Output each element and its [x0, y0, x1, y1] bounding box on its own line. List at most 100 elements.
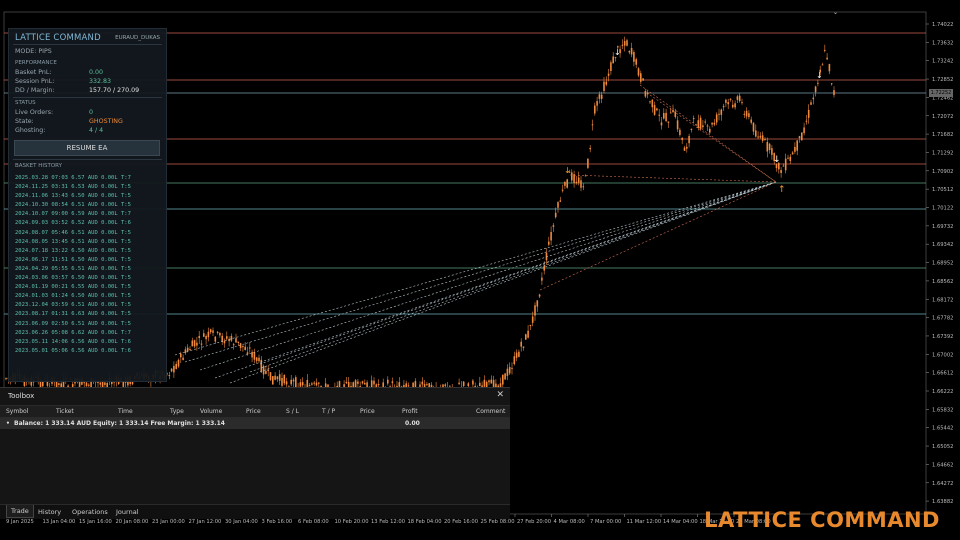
column-header[interactable]: S / L [286, 408, 299, 415]
candle-body [216, 331, 219, 333]
candle-body [249, 347, 251, 349]
candle-body [168, 375, 171, 377]
price-tick-label: 1.63882 [932, 499, 953, 505]
candle-body [805, 120, 808, 122]
history-entry: 2024.06.17 11:51 6.50 AUD 0.00L T:5 [15, 256, 131, 263]
time-tick-label: 27 Feb 20:00 [517, 519, 551, 525]
candle-body [582, 186, 585, 188]
candle-body [821, 64, 824, 66]
price-tick-label: 1.68172 [932, 297, 953, 303]
column-header[interactable]: Price [360, 408, 375, 415]
history-entry: 2024.10.07 09:00 6.59 AUD 0.00L T:7 [15, 211, 131, 218]
time-tick-label: 13 Feb 12:00 [371, 519, 405, 525]
candle-body [729, 98, 732, 100]
candle-body [357, 381, 359, 384]
candle-body [598, 94, 601, 99]
history-entry: 2024.11.25 03:31 6.53 AUD 0.00L T:5 [15, 184, 131, 191]
candle-body [801, 132, 803, 141]
candle-body [265, 371, 267, 374]
time-tick-label: 9 Jan 2025 [6, 519, 34, 525]
ghost-trade-line [229, 181, 777, 384]
price-tick-label: 1.67002 [932, 352, 953, 358]
candle-body [299, 382, 302, 387]
tab-operations[interactable]: Operations [72, 508, 108, 516]
candle-body [706, 125, 709, 127]
candle-body [812, 97, 815, 100]
candle-body [803, 127, 805, 134]
close-icon[interactable]: ✕ [496, 390, 504, 400]
column-header[interactable]: Time [118, 408, 133, 415]
candle-body [104, 382, 106, 385]
history-entry: 2024.11.06 13:43 6.50 AUD 0.00L T:5 [15, 193, 131, 200]
price-tick-label: 1.73242 [932, 59, 953, 65]
candle-body [244, 346, 246, 351]
price-tick-label: 1.68562 [932, 279, 953, 285]
candle-body [824, 49, 826, 51]
candle-body [554, 212, 557, 218]
candle-body [651, 99, 654, 108]
column-header[interactable]: Ticket [56, 408, 74, 415]
candle-body [649, 101, 651, 103]
candle-body [180, 353, 182, 358]
panel-title: LATTICE COMMAND [15, 33, 101, 43]
candle-body [502, 374, 504, 385]
candle-body [246, 352, 249, 355]
candle-body [5, 378, 7, 380]
candle-body [704, 121, 706, 123]
price-tick-label: 1.66222 [932, 389, 953, 395]
column-header[interactable]: Profit [402, 408, 418, 415]
candle-body [170, 368, 173, 372]
candle-body [191, 340, 194, 347]
history-entry: 2024.08.07 05:46 6.51 AUD 0.00L T:5 [15, 229, 131, 236]
candle-body [88, 384, 90, 386]
candle-body [623, 41, 626, 46]
candle-body [605, 81, 608, 85]
price-tick-label: 1.67782 [932, 316, 953, 322]
candle-body [738, 95, 741, 102]
candle-body [345, 381, 348, 384]
candle-body [571, 172, 573, 181]
candle-body [292, 379, 295, 382]
candle-body [267, 369, 269, 372]
column-header[interactable]: Type [170, 408, 184, 415]
candle-body [784, 158, 787, 171]
column-header[interactable]: Volume [200, 408, 222, 415]
candle-body [674, 111, 677, 118]
time-tick-label: 13 Jan 04:00 [43, 519, 76, 525]
candle-body [230, 335, 233, 341]
candle-body [318, 382, 320, 384]
candle-body [699, 117, 702, 129]
bullet-icon: • [6, 420, 10, 427]
candle-body [255, 357, 258, 361]
candle-body [518, 351, 520, 357]
candle-body [787, 157, 789, 159]
history-entry: 2024.08.05 13:45 6.51 AUD 0.00L T:5 [15, 238, 131, 245]
price-tick-label: 1.71292 [932, 150, 953, 156]
candle-body [173, 365, 175, 373]
time-tick-label: 25 Feb 08:00 [481, 519, 515, 525]
candle-body [377, 384, 380, 386]
status-header: STATUS [15, 100, 36, 106]
history-entry: 2023.05.11 14:06 6.56 AUD 0.00L T:6 [15, 338, 131, 345]
time-tick-label: 10 Feb 20:00 [335, 519, 369, 525]
candle-body [444, 384, 447, 386]
candle-body [205, 335, 207, 340]
tab-journal[interactable]: Journal [116, 508, 138, 516]
candle-body [311, 383, 313, 385]
dd-margin-row: DD / Margin: 157.70 / 270.09 [15, 87, 140, 94]
column-header[interactable]: Symbol [6, 408, 28, 415]
candle-body [421, 381, 424, 385]
ghost-trade-line [539, 181, 777, 291]
candle-body [594, 105, 596, 114]
candle-body [665, 112, 667, 122]
column-header[interactable]: T / P [322, 408, 335, 415]
resume-ea-button[interactable]: RESUME EA [14, 140, 160, 156]
candle-body [628, 50, 631, 53]
down-arrow-icon: ↓ [773, 155, 781, 165]
column-header[interactable]: Price [246, 408, 261, 415]
candle-body [766, 141, 769, 152]
history-entry: 2024.03.06 03:57 6.50 AUD 0.00L T:5 [15, 275, 131, 282]
tab-trade[interactable]: Trade [6, 505, 34, 518]
tab-history[interactable]: History [38, 508, 61, 516]
column-header[interactable]: Comment [476, 408, 505, 415]
